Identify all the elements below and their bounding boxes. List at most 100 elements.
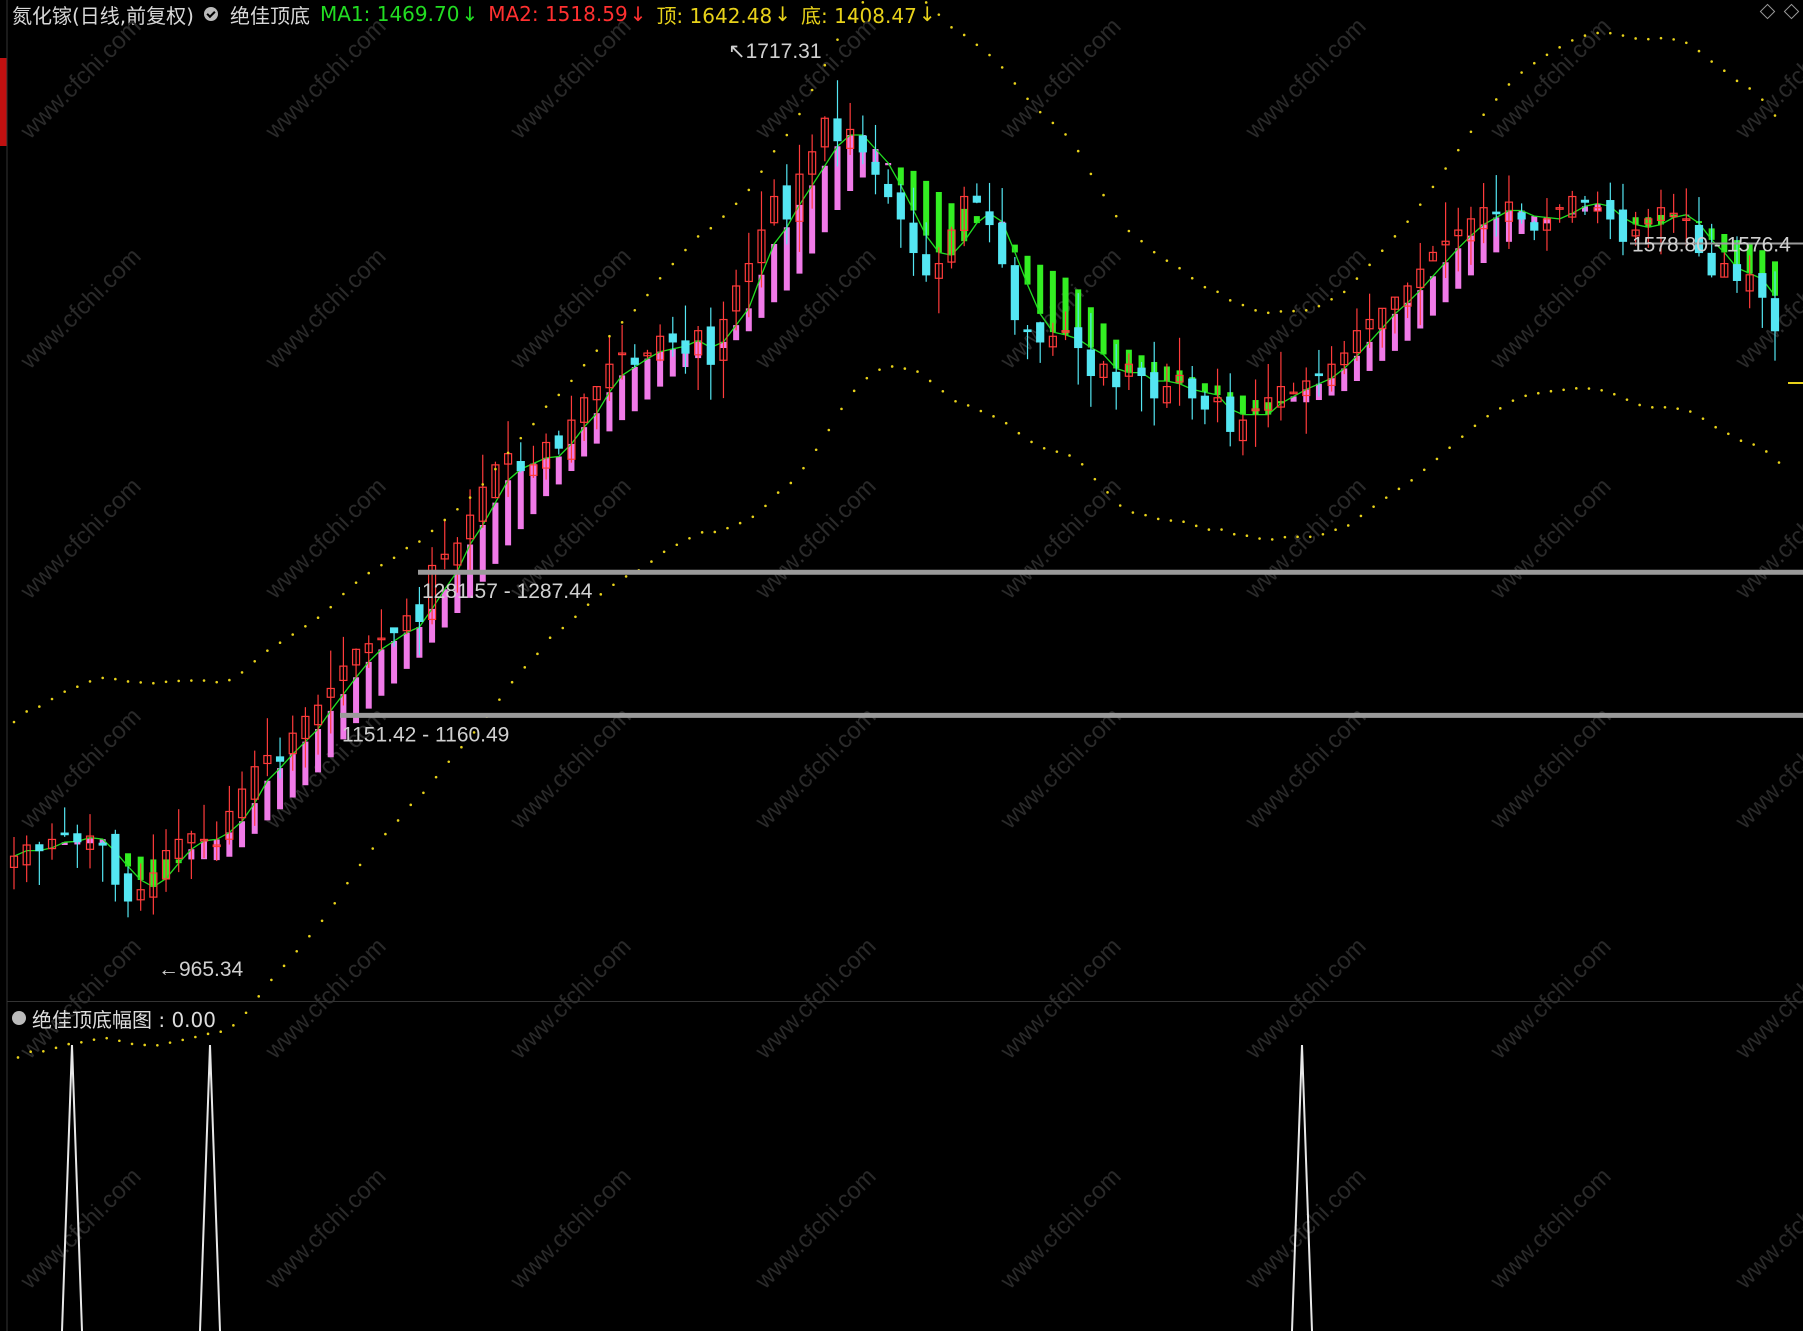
price-chart[interactable]: www.cfchi.com www.cfchi.com www.cfchi.com w… — [0, 0, 1803, 1331]
candle-body — [1618, 209, 1628, 242]
upper-channel-dot — [671, 262, 675, 266]
upper-channel-dot — [696, 235, 700, 238]
watermark-text: www.cfchi.com — [994, 13, 1126, 145]
upper-channel-dot — [937, 13, 941, 16]
candle-body — [884, 183, 893, 198]
upper-channel-dot — [1102, 193, 1105, 197]
upper-channel-dot — [342, 592, 345, 596]
watermark-text: www.cfchi.com — [1239, 243, 1371, 375]
upper-channel-dot — [620, 321, 624, 324]
upper-channel-dot — [481, 483, 485, 486]
candle-body — [972, 195, 981, 203]
lower-channel-dot — [586, 603, 590, 606]
lower-channel-dot — [1536, 391, 1540, 395]
lower-channel-dot — [1080, 462, 1084, 466]
lower-channel-dot — [1638, 403, 1641, 407]
candle-body — [909, 222, 918, 254]
lower-channel-dot — [244, 1011, 248, 1015]
upper-channel-dot — [1672, 38, 1675, 41]
lower-channel-dot — [1169, 519, 1173, 522]
lower-channel-dot — [1714, 425, 1717, 429]
lower-channel-dot — [346, 881, 349, 885]
upper-channel-dot — [1292, 309, 1295, 313]
upper-channel-dot — [570, 379, 573, 383]
lower-channel-dot — [1245, 534, 1249, 537]
lower-channel-dot — [434, 775, 438, 779]
upper-channel-dot — [1241, 303, 1245, 307]
upper-channel-dot — [278, 641, 282, 645]
lower-channel-dot — [574, 615, 577, 619]
upper-channel-dot — [1216, 290, 1219, 294]
upper-channel-dot — [1064, 133, 1067, 136]
watermark-text: www.cfchi.com — [14, 473, 146, 605]
watermark-text: www.cfchi.com — [14, 703, 146, 835]
lower-channel-dot — [738, 521, 742, 525]
upper-channel-dot — [1254, 309, 1257, 312]
lower-channel-dot — [168, 1041, 172, 1044]
candle-body — [922, 254, 931, 276]
upper-channel-dot — [1494, 98, 1498, 101]
upper-channel-dot — [506, 451, 510, 455]
subpanel-title[interactable]: 绝佳顶底幅图 : 0.00 — [32, 1004, 216, 1033]
lower-channel-dot — [1562, 388, 1565, 392]
lower-channel-dot — [878, 368, 881, 371]
upper-channel-dot — [924, 1, 928, 4]
subpanel-toggle-icon[interactable] — [12, 1011, 26, 1025]
upper-channel-dot — [329, 605, 333, 609]
lower-channel-dot — [650, 560, 653, 563]
lower-channel-dot — [979, 409, 983, 413]
lower-channel-dot — [1359, 514, 1363, 518]
upper-channel-dot — [595, 349, 599, 352]
upper-channel-dot — [1279, 310, 1283, 313]
upper-channel-dot — [633, 308, 637, 312]
upper-channel-dot — [1203, 285, 1207, 289]
lower-channel-dot — [814, 448, 818, 452]
lower-channel-dot — [612, 583, 615, 587]
lower-channel-dot — [865, 376, 869, 380]
candle-body — [985, 211, 994, 226]
upper-channel-dot — [177, 679, 180, 683]
watermark-text: www.cfchi.com — [1484, 243, 1616, 375]
lower-channel-dot — [789, 481, 793, 485]
upper-channel-dot — [1051, 121, 1055, 125]
zone1-label: 1281.57 - 1287.44 — [422, 580, 593, 603]
lower-channel-dot — [42, 1050, 45, 1053]
upper-channel-dot — [1190, 276, 1194, 280]
lower-channel-dot — [1144, 513, 1147, 517]
lower-channel-dot — [1739, 439, 1743, 443]
upper-channel-dot — [544, 405, 548, 408]
lower-channel-dot — [67, 1042, 70, 1046]
watermark-text: www.cfchi.com — [1239, 703, 1371, 835]
upper-channel-dot — [228, 678, 231, 682]
lower-channel-dot — [954, 399, 957, 403]
candle-body — [1074, 327, 1083, 349]
upper-channel-dot — [1609, 31, 1612, 35]
upper-channel-dot — [50, 697, 54, 701]
lower-channel-dot — [662, 550, 666, 554]
upper-channel-dot — [1558, 46, 1561, 49]
upper-channel-dot — [253, 660, 257, 663]
candle-body — [1188, 378, 1197, 399]
watermark-text: www.cfchi.com — [749, 933, 881, 1065]
candle-body — [415, 604, 424, 622]
candle-body — [896, 192, 905, 220]
lower-channel-dot — [1511, 399, 1515, 402]
candle-body — [1580, 199, 1590, 203]
lower-channel-dot — [1194, 524, 1198, 528]
candle-body — [1530, 222, 1539, 231]
upper-channel-dot — [392, 556, 396, 560]
upper-channel-dot — [646, 293, 649, 297]
lower-channel-dot — [751, 515, 755, 519]
upper-channel-dot — [1507, 83, 1511, 86]
upper-channel-dot — [316, 616, 320, 620]
watermark-text: www.cfchi.com — [749, 703, 881, 835]
lower-channel-dot — [320, 919, 324, 923]
lower-channel-dot — [1207, 528, 1211, 531]
lower-channel-dot — [510, 680, 514, 684]
upper-channel-dot — [367, 571, 371, 575]
watermark-text: www.cfchi.com — [1484, 473, 1616, 605]
lower-channel-dot — [156, 1043, 159, 1047]
watermark-text: www.cfchi.com — [504, 933, 636, 1065]
lower-channel-dot — [498, 698, 501, 701]
candle-body — [1150, 372, 1159, 399]
